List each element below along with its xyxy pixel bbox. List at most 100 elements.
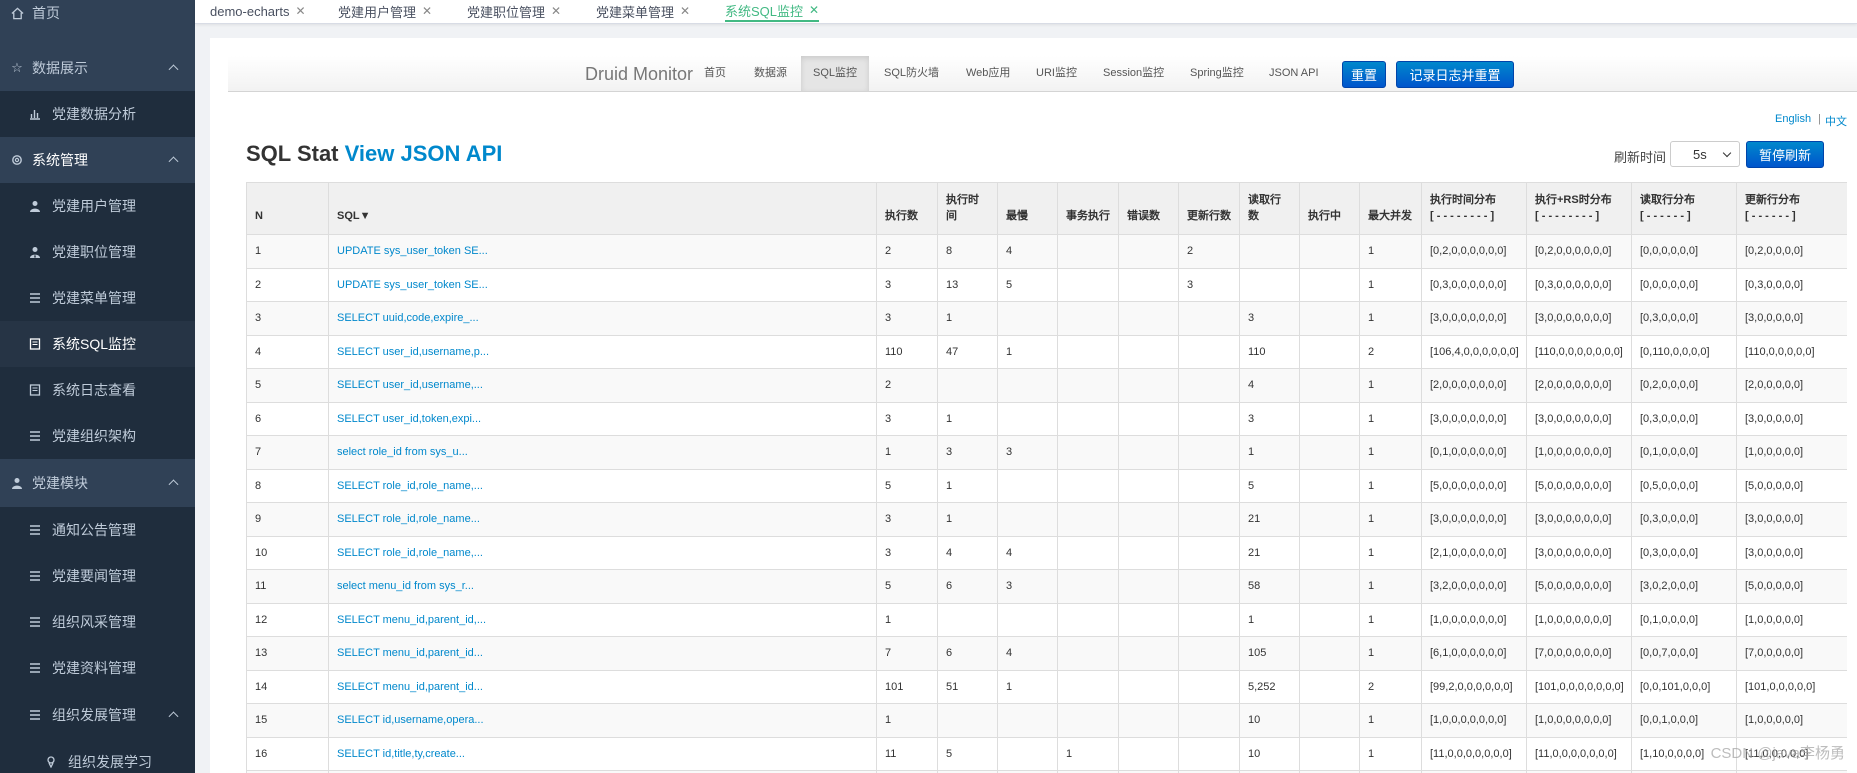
tab-party-user-management[interactable]: 党建用户管理 ✕ — [338, 0, 432, 22]
sql-link[interactable]: UPDATE sys_user_token SE... — [328, 234, 877, 269]
sql-link[interactable]: SELECT id,title,ty,create... — [328, 736, 877, 771]
sidebar-item-party-data-analysis[interactable]: 党建数据分析 — [0, 91, 195, 137]
table-cell: [6,1,0,0,0,0,0,0] — [1421, 636, 1527, 671]
column-header-label: 最慢 — [1006, 210, 1028, 222]
column-header[interactable]: 执行数 — [876, 182, 938, 235]
column-header[interactable]: 执行时间 — [937, 182, 998, 235]
sql-link[interactable]: SELECT role_id,role_name,... — [328, 468, 877, 503]
sql-link[interactable]: SELECT role_id,role_name... — [328, 502, 877, 537]
nav-session-monitor[interactable]: Session监控 — [1103, 56, 1164, 91]
sidebar-item-party-position-management[interactable]: 党建职位管理 — [0, 229, 195, 275]
sql-link[interactable]: SELECT role_id,role_name,... — [328, 535, 877, 570]
sidebar-item-org-style-management[interactable]: 组织风采管理 — [0, 599, 195, 645]
sidebar-item-label: 党建职位管理 — [52, 244, 136, 260]
sql-link[interactable]: SELECT id,username,opera... — [328, 703, 877, 738]
nav-spring-monitor[interactable]: Spring监控 — [1190, 56, 1244, 91]
brand-title[interactable]: Druid Monitor — [585, 64, 693, 85]
tab-party-position-management[interactable]: 党建职位管理 ✕ — [467, 0, 561, 22]
column-header[interactable]: 错误数 — [1118, 182, 1179, 235]
sql-link[interactable]: SELECT uuid,code,expire_... — [328, 301, 877, 336]
sidebar-item-party-module[interactable]: 党建模块 — [0, 459, 195, 507]
close-icon[interactable]: ✕ — [680, 4, 690, 18]
reset-button[interactable]: 重置 — [1342, 61, 1386, 88]
close-icon[interactable]: ✕ — [809, 3, 819, 17]
list-icon — [26, 289, 44, 307]
sidebar-item-label: 组织发展管理 — [52, 707, 136, 723]
column-header[interactable]: SQL▼ — [328, 182, 877, 235]
close-icon[interactable]: ✕ — [551, 4, 561, 18]
sidebar-item-home[interactable]: 首页 — [0, 0, 195, 26]
sql-link[interactable]: SELECT menu_id,parent_id... — [328, 636, 877, 671]
nav-sql-firewall[interactable]: SQL防火墙 — [884, 56, 939, 91]
sidebar-item-party-material-management[interactable]: 党建资料管理 — [0, 645, 195, 691]
table-row: 6 SELECT user_id,token,expi... 3 1 3 1 [3,0,0,… — [246, 401, 1847, 436]
refresh-interval-label: 刷新时间 — [1614, 150, 1667, 165]
table-cell: 4 — [997, 636, 1058, 671]
column-header[interactable]: 执行中 — [1299, 182, 1360, 235]
table-cell — [1118, 502, 1179, 537]
close-icon[interactable]: ✕ — [295, 4, 305, 18]
table-cell: 1 — [876, 703, 938, 738]
sql-link[interactable]: SELECT user_id,username,... — [328, 368, 877, 403]
nav-web-app[interactable]: Web应用 — [966, 56, 1010, 91]
table-cell: 1 — [1239, 602, 1300, 637]
close-icon[interactable]: ✕ — [422, 4, 432, 18]
column-header[interactable]: 事务执行 — [1057, 182, 1119, 235]
table-cell: 3 — [997, 435, 1058, 470]
table-cell: [5,0,0,0,0,0] — [1736, 468, 1847, 503]
sidebar-item-system-management[interactable]: 系统管理 — [0, 137, 195, 183]
table-cell — [997, 703, 1058, 738]
sql-link[interactable]: SELECT menu_id,parent_id,... — [328, 602, 877, 637]
nav-uri-monitor[interactable]: URI监控 — [1036, 56, 1077, 91]
sidebar-item-notice-management[interactable]: 通知公告管理 — [0, 507, 195, 553]
table-cell — [1178, 301, 1240, 336]
sql-link[interactable]: SELECT user_id,token,expi... — [328, 401, 877, 436]
column-header-label: N — [255, 210, 263, 222]
sql-link[interactable]: select role_id from sys_u... — [328, 435, 877, 470]
column-header[interactable]: 最大并发 — [1359, 182, 1422, 235]
table-cell — [1118, 669, 1179, 704]
table-cell: 110 — [876, 334, 938, 369]
nav-home[interactable]: 首页 — [704, 56, 726, 91]
sidebar-item-data-display[interactable]: ☆ 数据展示 — [0, 45, 195, 91]
lang-english-link[interactable]: English — [1775, 113, 1811, 125]
sql-link[interactable]: SELECT menu_id,parent_id... — [328, 669, 877, 704]
refresh-interval-select[interactable]: 5s — [1670, 141, 1740, 167]
json-api-link[interactable]: View JSON API — [345, 141, 503, 166]
tab-system-sql-monitor[interactable]: 系统SQL监控 ✕ — [725, 0, 820, 22]
nav-sql-monitor[interactable]: SQL监控 — [801, 56, 870, 91]
sidebar-item-party-menu-management[interactable]: 党建菜单管理 — [0, 275, 195, 321]
sidebar-item-system-log-view[interactable]: 系统日志查看 — [0, 367, 195, 413]
sidebar-item-party-org-structure[interactable]: 党建组织架构 — [0, 413, 195, 459]
table-cell: 1 — [1359, 435, 1422, 470]
sql-link[interactable]: UPDATE sys_user_token SE... — [328, 267, 877, 302]
column-header[interactable]: 读取行数 — [1239, 182, 1300, 235]
sidebar-item-org-development-study[interactable]: 组织发展学习 — [0, 739, 195, 773]
table-cell — [1178, 401, 1240, 436]
nav-json-api[interactable]: JSON API — [1269, 56, 1319, 91]
table-cell — [1057, 602, 1119, 637]
pause-refresh-button[interactable]: 暂停刷新 — [1746, 141, 1824, 168]
column-header[interactable]: 最慢 — [997, 182, 1058, 235]
table-cell: 4 — [997, 535, 1058, 570]
sidebar-item-label: 组织风采管理 — [52, 614, 136, 630]
column-header[interactable]: 更新行数 — [1178, 182, 1240, 235]
sidebar-item-party-user-management[interactable]: 党建用户管理 — [0, 183, 195, 229]
column-header-sublabel: [ - - - - - - - - ] — [1535, 210, 1600, 222]
column-header[interactable]: N — [246, 182, 329, 235]
nav-datasource[interactable]: 数据源 — [754, 56, 787, 91]
table-cell: 11 — [246, 569, 329, 604]
lang-chinese-link[interactable]: 中文 — [1825, 113, 1847, 129]
tab-party-menu-management[interactable]: 党建菜单管理 ✕ — [596, 0, 690, 22]
sql-link[interactable]: SELECT user_id,username,p... — [328, 334, 877, 369]
tab-demo-echarts[interactable]: demo-echarts ✕ — [210, 0, 306, 22]
home-icon — [8, 4, 26, 22]
table-cell — [1057, 234, 1119, 269]
sidebar-item-system-sql-monitor[interactable]: 系统SQL监控 — [0, 321, 195, 367]
sidebar-item-org-development-management[interactable]: 组织发展管理 — [0, 691, 195, 739]
sql-link[interactable]: select menu_id from sys_r... — [328, 569, 877, 604]
sidebar-item-party-news-management[interactable]: 党建要闻管理 — [0, 553, 195, 599]
table-row: 5 SELECT user_id,username,... 2 4 1 [2,0,0,0,… — [246, 368, 1847, 403]
list-icon — [26, 613, 44, 631]
log-and-reset-button[interactable]: 记录日志并重置 — [1396, 61, 1514, 88]
